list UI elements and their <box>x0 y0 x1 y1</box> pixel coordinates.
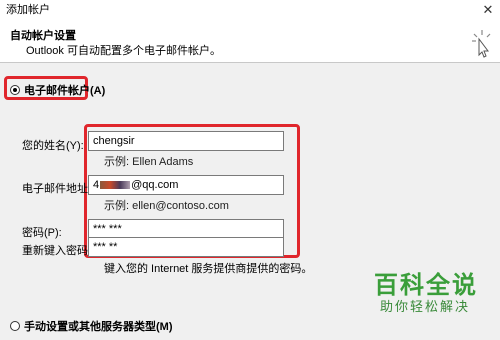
email-field[interactable]: 4 @qq.com <box>88 175 284 195</box>
password-hint: 键入您的 Internet 服务提供商提供的密码。 <box>104 263 313 275</box>
title-bar: 添加帐户 ✕ <box>0 0 500 20</box>
retype-password-field[interactable]: *** ** <box>88 237 284 257</box>
header-panel: 自动帐户设置 Outlook 可自动配置多个电子邮件帐户。 <box>0 20 500 63</box>
radio-selected-icon <box>10 85 20 95</box>
window-title: 添加帐户 <box>6 4 50 16</box>
radio-unselected-icon <box>10 321 20 331</box>
close-icon[interactable]: ✕ <box>480 0 496 20</box>
redacted-block <box>100 181 131 190</box>
email-account-radio[interactable]: 电子邮件帐户(A) <box>10 82 105 98</box>
watermark-title: 百科全说 <box>374 272 478 299</box>
name-field[interactable]: chengsir <box>88 131 284 151</box>
manual-setup-radio[interactable]: 手动设置或其他服务器类型(M) <box>10 318 173 334</box>
manual-setup-label: 手动设置或其他服务器类型(M) <box>24 321 173 333</box>
page-subtitle: Outlook 可自动配置多个电子邮件帐户。 <box>26 45 221 57</box>
password-label: 密码(P): <box>22 227 62 239</box>
email-suffix: @qq.com <box>131 179 179 191</box>
page-title: 自动帐户设置 <box>10 30 76 42</box>
name-label: 您的姓名(Y): <box>22 140 84 152</box>
watermark-subtitle: 助你轻松解决 <box>380 299 471 314</box>
busy-cursor-icon <box>472 30 491 58</box>
email-prefix: 4 <box>93 179 100 191</box>
email-example: 示例: ellen@contoso.com <box>104 200 229 212</box>
email-account-label: 电子邮件帐户(A) <box>24 85 106 97</box>
name-example: 示例: Ellen Adams <box>104 156 194 168</box>
password-field[interactable]: *** *** <box>88 219 284 239</box>
